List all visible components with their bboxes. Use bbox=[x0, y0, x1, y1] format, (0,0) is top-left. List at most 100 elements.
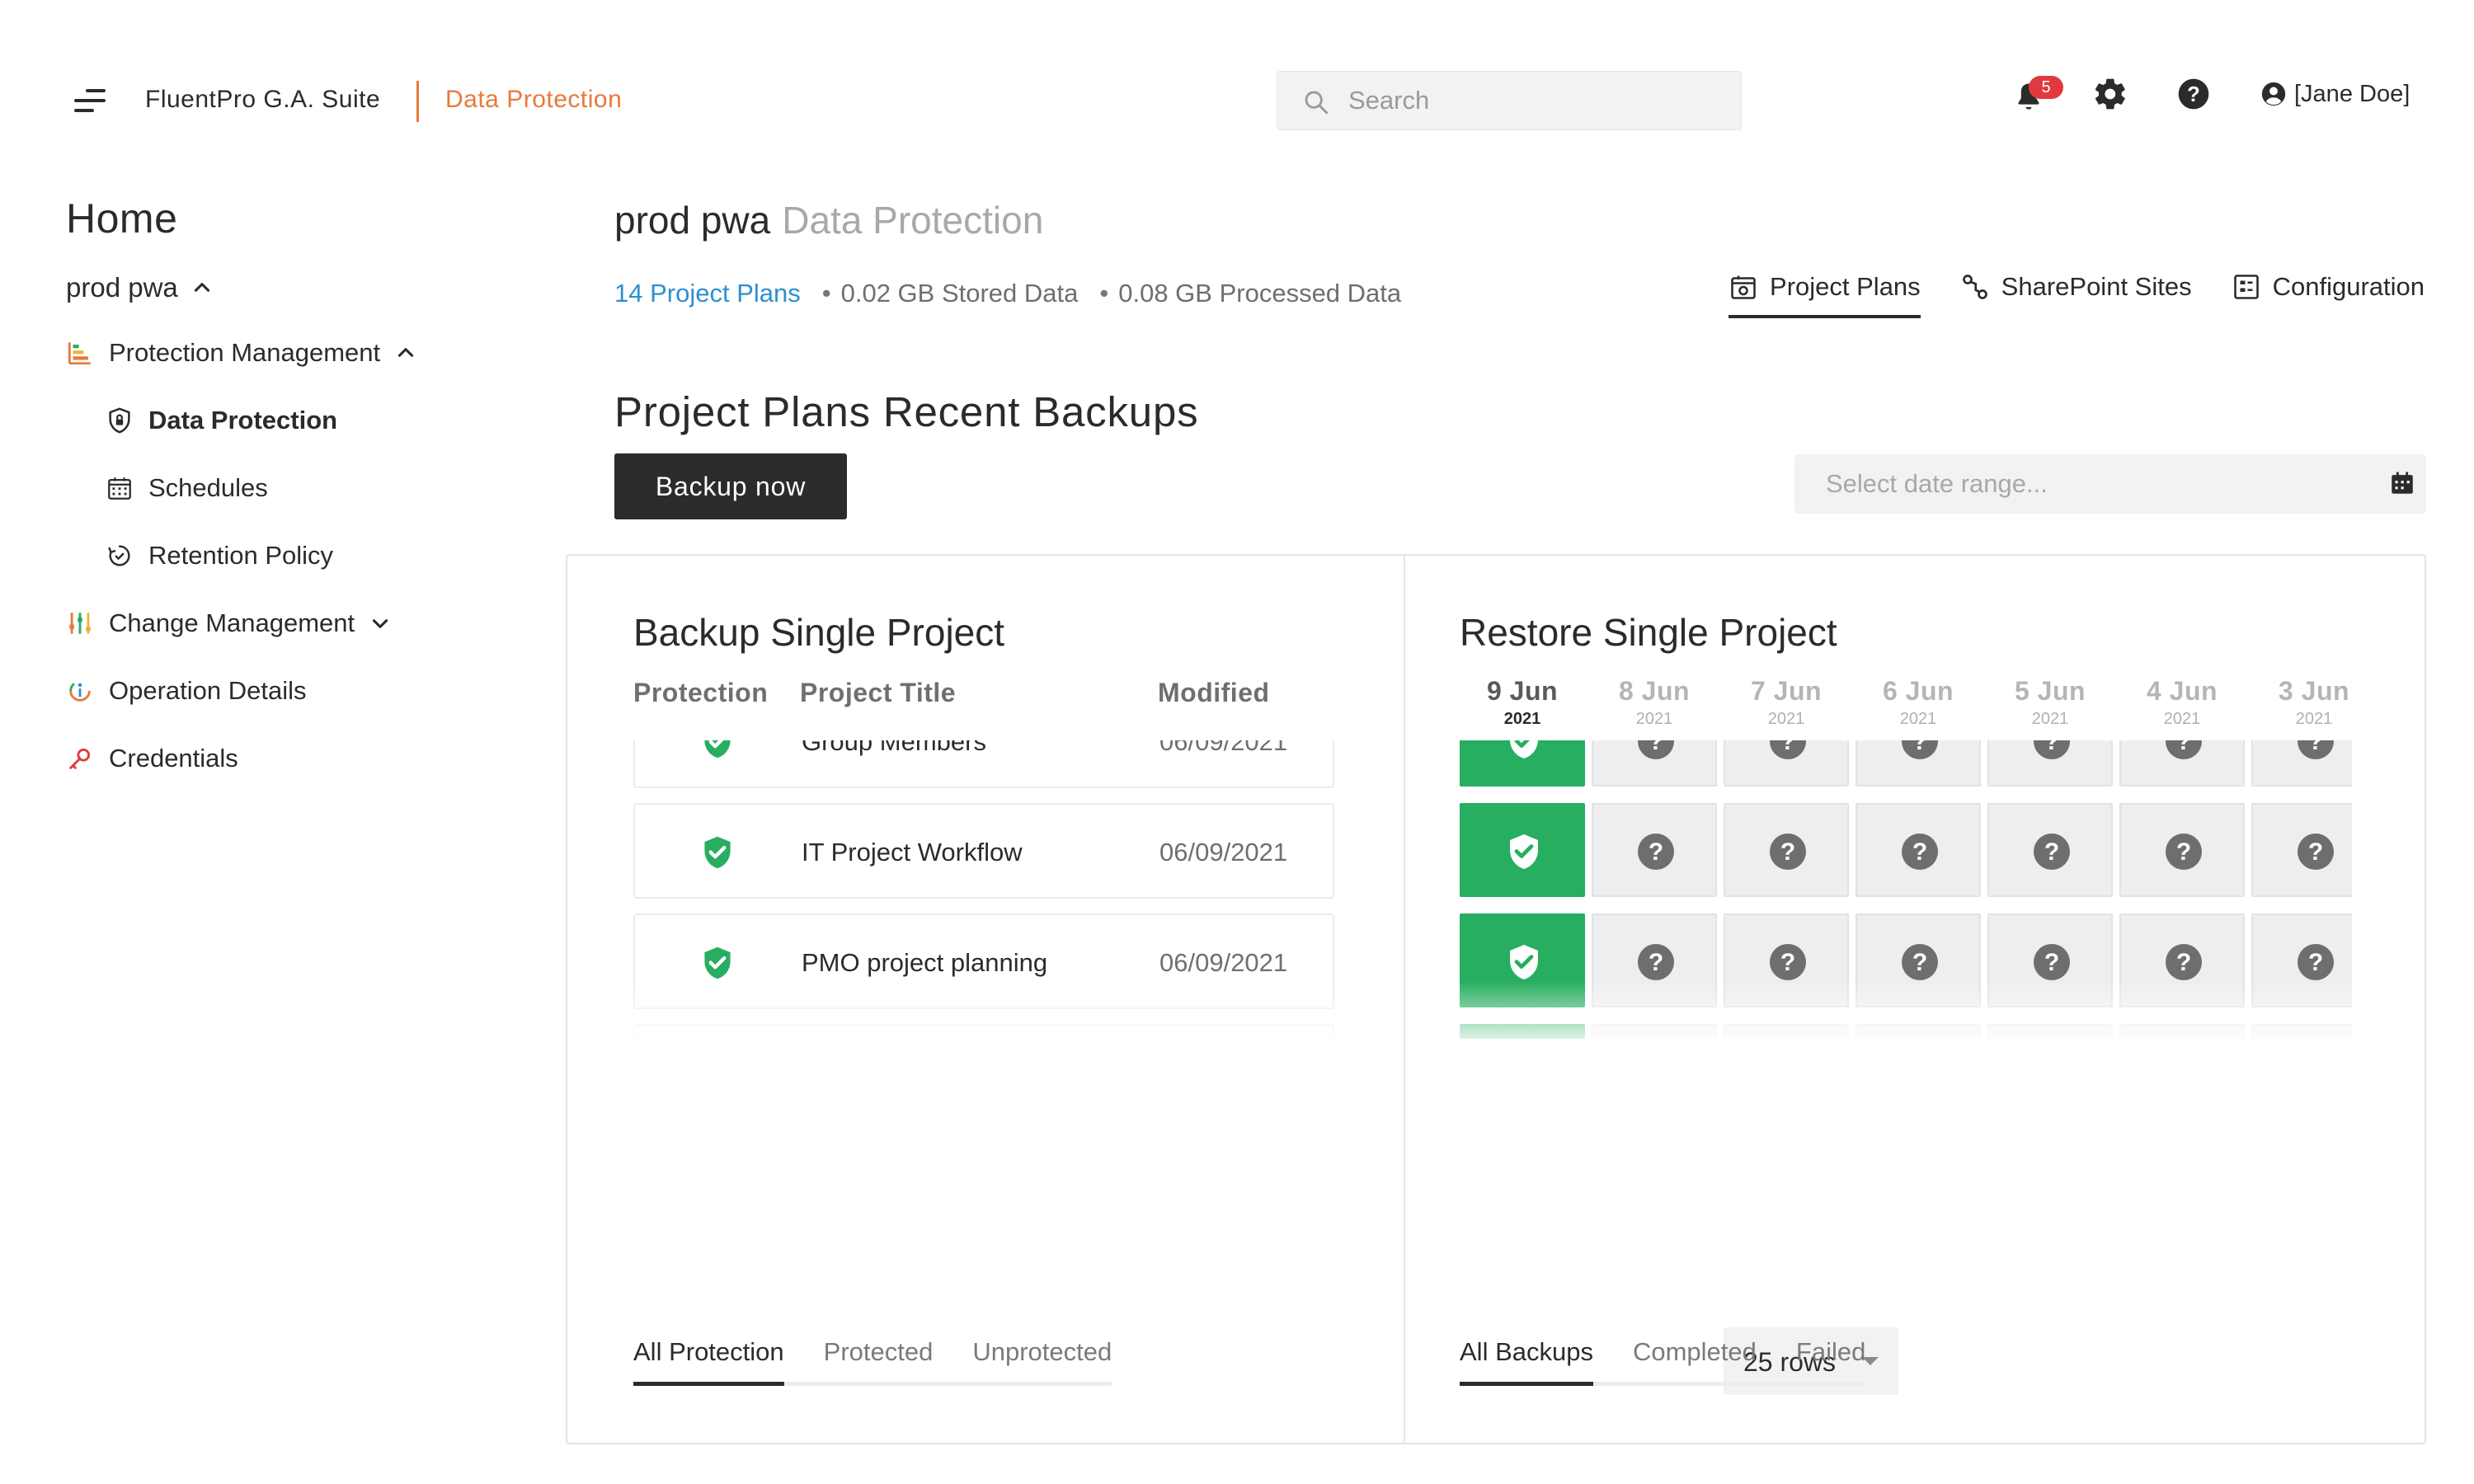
backup-cell-unknown[interactable]: ? bbox=[1856, 803, 1981, 897]
backup-cell-unknown[interactable]: ? bbox=[2251, 740, 2352, 787]
search-input[interactable] bbox=[1348, 72, 1728, 129]
svg-text:?: ? bbox=[2044, 740, 2059, 755]
backup-cell-unknown[interactable]: ? bbox=[1592, 1024, 1717, 1039]
sidebar-item-protection-management[interactable]: Protection Management bbox=[66, 338, 416, 368]
backup-now-button[interactable]: Backup now bbox=[614, 453, 847, 519]
backup-cell-unknown[interactable]: ? bbox=[1987, 803, 2113, 897]
svg-text:?: ? bbox=[1780, 740, 1795, 755]
date-column-header[interactable]: 5 Jun 2021 bbox=[1987, 676, 2113, 729]
chevron-down-icon bbox=[373, 619, 388, 628]
question-icon: ? bbox=[2034, 740, 2070, 759]
backup-cell-unknown[interactable]: ? bbox=[2251, 803, 2352, 897]
home-title[interactable]: Home bbox=[66, 195, 177, 242]
help-icon[interactable]: ? bbox=[2175, 76, 2212, 112]
date-column-header[interactable]: 4 Jun 2021 bbox=[2119, 676, 2245, 729]
svg-text:?: ? bbox=[1912, 949, 1927, 976]
backup-cell-unknown[interactable]: ? bbox=[1592, 740, 1717, 787]
sidebar-item-change-management[interactable]: Change Management bbox=[66, 608, 391, 638]
sidebar-item-retention-policy[interactable]: Retention Policy bbox=[106, 541, 333, 571]
date-column-header[interactable]: 9 Jun 2021 bbox=[1460, 676, 1585, 729]
tab-project-plans[interactable]: Project Plans bbox=[1729, 272, 1921, 318]
restore-grid[interactable]: ???????????????????????????????????? bbox=[1460, 740, 2352, 1039]
project-title[interactable]: IT Project Workflow bbox=[802, 838, 1023, 867]
pwa-selector[interactable]: prod pwa bbox=[66, 272, 213, 303]
search-box[interactable] bbox=[1277, 71, 1742, 130]
sidebar-item-schedules[interactable]: Schedules bbox=[106, 473, 268, 503]
question-icon: ? bbox=[1770, 834, 1806, 870]
backup-panel-title: Backup Single Project bbox=[633, 611, 1005, 654]
suite-name[interactable]: FluentPro G.A. Suite bbox=[145, 86, 380, 114]
filter-completed[interactable]: Completed bbox=[1633, 1337, 1757, 1382]
calendar-icon[interactable] bbox=[2388, 469, 2416, 497]
page-title-main: prod pwa bbox=[614, 199, 771, 242]
backup-cell-unknown[interactable]: ? bbox=[2119, 740, 2245, 787]
project-title[interactable]: PMO project planning bbox=[802, 948, 1047, 978]
menu-icon[interactable] bbox=[74, 89, 106, 114]
shield-check-icon bbox=[1510, 834, 1538, 869]
date-range-picker[interactable] bbox=[1794, 454, 2426, 514]
gear-icon[interactable] bbox=[2092, 76, 2128, 112]
backups-card: Backup Single Project Protection Project… bbox=[566, 554, 2426, 1444]
panel-divider bbox=[1404, 556, 1405, 1443]
sidebar-item-operation-details[interactable]: Operation Details bbox=[66, 676, 307, 706]
backup-cell-unknown[interactable]: ? bbox=[1856, 913, 1981, 1007]
backup-cell-unknown[interactable]: ? bbox=[1856, 1024, 1981, 1039]
modified-date: 06/09/2021 bbox=[1159, 838, 1288, 866]
backup-cell-unknown[interactable]: ? bbox=[1592, 913, 1717, 1007]
backup-cell-unknown[interactable]: ? bbox=[2251, 1024, 2352, 1039]
date-column-header[interactable]: 6 Jun 2021 bbox=[1856, 676, 1981, 729]
question-icon: ? bbox=[2034, 834, 2070, 870]
app-name[interactable]: Data Protection bbox=[445, 86, 622, 114]
date-column-header[interactable]: 3 Jun 2021 bbox=[2251, 676, 2377, 729]
chevron-up-icon bbox=[398, 348, 414, 357]
protection-filter-tabs: All Protection Protected Unprotected bbox=[633, 1337, 1112, 1386]
filter-unprotected[interactable]: Unprotected bbox=[972, 1337, 1112, 1382]
date-label: 4 Jun bbox=[2146, 676, 2218, 706]
backup-cell-unknown[interactable]: ? bbox=[1724, 1024, 1849, 1039]
backup-cell-success[interactable] bbox=[1460, 803, 1585, 897]
table-row[interactable]: IT Project Workflow 06/09/2021 bbox=[633, 803, 1334, 899]
year-label: 2021 bbox=[2295, 710, 2333, 728]
user-avatar-icon bbox=[2261, 82, 2286, 106]
column-header-modified[interactable]: Modified bbox=[1158, 678, 1270, 708]
backup-cell-unknown[interactable]: ? bbox=[1724, 913, 1849, 1007]
user-menu[interactable]: [Jane Doe] bbox=[2260, 77, 2410, 110]
column-header-project-title[interactable]: Project Title bbox=[800, 678, 956, 708]
backup-cell-unknown[interactable]: ? bbox=[2119, 1024, 2245, 1039]
backup-cell-success[interactable] bbox=[1460, 913, 1585, 1007]
search-icon bbox=[1305, 91, 1329, 115]
filter-all-protection[interactable]: All Protection bbox=[633, 1337, 784, 1386]
filter-all-backups[interactable]: All Backups bbox=[1460, 1337, 1593, 1386]
backup-cell-unknown[interactable]: ? bbox=[1987, 740, 2113, 787]
backup-rows-list[interactable]: Group Members 06/09/2021 IT Project Workfl… bbox=[633, 740, 1338, 1039]
tab-configuration[interactable]: Configuration bbox=[2232, 272, 2425, 318]
question-icon: ? bbox=[2034, 944, 2070, 980]
filter-protected[interactable]: Protected bbox=[824, 1337, 934, 1382]
table-row[interactable]: Group Members 06/09/2021 bbox=[633, 740, 1334, 788]
backup-cell-success[interactable] bbox=[1460, 740, 1585, 787]
backup-cell-unknown[interactable]: ? bbox=[1592, 803, 1717, 897]
backup-cell-success[interactable] bbox=[1460, 1024, 1585, 1039]
backup-cell-unknown[interactable]: ? bbox=[2119, 913, 2245, 1007]
backup-cell-unknown[interactable]: ? bbox=[2251, 913, 2352, 1007]
backup-cell-unknown[interactable]: ? bbox=[1724, 803, 1849, 897]
table-row[interactable]: PMO project planning 06/09/2021 bbox=[633, 913, 1334, 1009]
backup-cell-unknown[interactable]: ? bbox=[1987, 1024, 2113, 1039]
table-row[interactable]: Process Management06/09/2021 bbox=[633, 1024, 1334, 1039]
project-plans-link[interactable]: 14 Project Plans bbox=[614, 279, 801, 308]
date-range-input[interactable] bbox=[1826, 454, 2354, 514]
backup-cell-unknown[interactable]: ? bbox=[1987, 913, 2113, 1007]
date-column-header[interactable]: 7 Jun 2021 bbox=[1724, 676, 1849, 729]
backup-cell-unknown[interactable]: ? bbox=[2119, 803, 2245, 897]
project-title[interactable]: Group Members bbox=[802, 740, 986, 757]
sidebar-item-data-protection[interactable]: Data Protection bbox=[106, 406, 337, 435]
backup-cell-unknown[interactable]: ? bbox=[1856, 740, 1981, 787]
filter-failed[interactable]: Failed bbox=[1796, 1337, 1865, 1382]
date-column-header[interactable]: 8 Jun 2021 bbox=[1592, 676, 1717, 729]
backup-cell-unknown[interactable]: ? bbox=[1724, 740, 1849, 787]
sidebar-item-credentials[interactable]: Credentials bbox=[66, 744, 238, 773]
column-header-protection[interactable]: Protection bbox=[633, 678, 768, 708]
svg-text:?: ? bbox=[1649, 949, 1663, 976]
tab-sharepoint-sites[interactable]: SharePoint Sites bbox=[1960, 272, 2192, 318]
question-icon: ? bbox=[1638, 944, 1674, 980]
